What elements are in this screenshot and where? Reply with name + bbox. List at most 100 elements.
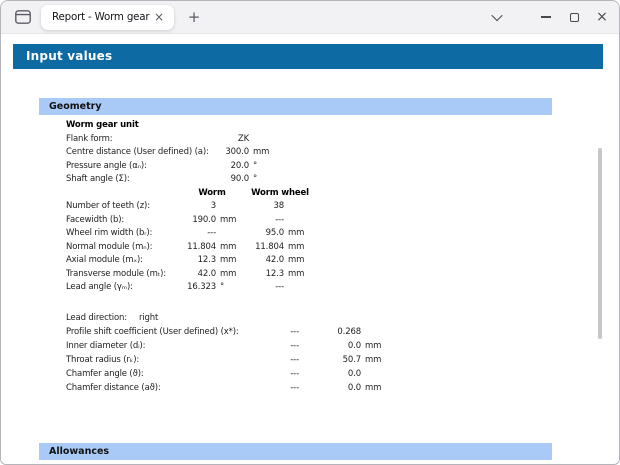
worm-value: 3 — [186, 200, 216, 214]
wheel-value: 0.0 — [299, 367, 361, 381]
wheel-value: --- — [246, 214, 284, 228]
param-label: Axial module (mₓ): — [66, 254, 186, 268]
table-row: Chamfer angle (ϑ): --- 0.0 — [66, 367, 619, 381]
param-label: Normal module (mₙ): — [66, 241, 186, 255]
worm-value: --- — [271, 339, 299, 353]
list-all-tabs-button[interactable] — [483, 3, 511, 31]
wheel-value: 0.0 — [299, 339, 361, 353]
wheel-value: --- — [246, 281, 284, 295]
wheel-unit — [284, 281, 314, 295]
minimize-button[interactable] — [532, 3, 560, 31]
table-row: Profile shift coefficient (User defined)… — [66, 325, 619, 339]
vertical-scrollbar-thumb[interactable] — [598, 148, 602, 339]
worm-unit: mm — [216, 241, 238, 255]
worm-value: 42.0 — [186, 268, 216, 282]
param-label: Number of teeth (z): — [66, 200, 186, 214]
table-row: Flank form: ZK — [66, 133, 619, 147]
worm-unit: mm — [216, 268, 238, 282]
param-unit — [361, 325, 391, 339]
param-label: Transverse module (mₜ): — [66, 268, 186, 282]
close-icon: × — [596, 10, 608, 24]
worm-value: --- — [271, 325, 299, 339]
wheel-value: 0.0 — [299, 381, 361, 395]
param-unit: mm — [361, 353, 391, 367]
window-close-button[interactable]: × — [588, 3, 616, 31]
chevron-down-icon — [491, 10, 502, 21]
report-title: Input values — [13, 44, 603, 69]
geometry-worm-wheel-block: Worm Worm wheel Number of teeth (z): 3 3… — [1, 187, 619, 295]
wheel-unit: mm — [284, 227, 314, 241]
geometry-extra-block: Lead direction: right Profile shift coef… — [1, 311, 619, 396]
worm-value: 190.0 — [186, 214, 216, 228]
worm-value: 11.804 — [186, 241, 216, 255]
table-row: Pressure angle (αₙ): 20.0 ° — [66, 160, 619, 174]
new-tab-button[interactable]: + — [182, 5, 206, 29]
tab-title: Report - Worm gear calculation — [52, 11, 152, 23]
tab-bar: Report - Worm gear calculation × + × — [1, 1, 619, 34]
geometry-basic-block: Worm gear unit Flank form: ZK Centre dis… — [1, 119, 619, 187]
section-header-allowances: Allowances — [39, 443, 552, 460]
tab-close-button[interactable]: × — [152, 10, 166, 24]
param-value: right — [139, 311, 619, 325]
wheel-unit — [284, 200, 314, 214]
worm-value: --- — [271, 353, 299, 367]
table-row: Lead angle (γₘ): 16.323 ° --- — [66, 281, 619, 295]
table-row: Throat radius (rₖ): --- 50.7 mm — [66, 353, 619, 367]
wheel-unit — [284, 214, 314, 228]
param-unit: mm — [249, 146, 279, 160]
worm-unit: ° — [216, 281, 238, 295]
column-header-row: Worm Worm wheel — [66, 187, 619, 201]
param-unit: ° — [249, 160, 279, 174]
param-label: Centre distance (User defined) (a): — [66, 146, 186, 160]
param-label: Pressure angle (αₙ): — [66, 160, 186, 174]
column-header-worm-wheel: Worm wheel — [246, 187, 314, 201]
param-value: 90.0 — [186, 173, 249, 187]
table-row: Normal module (mₙ): 11.804 mm 11.804 mm — [66, 241, 619, 255]
table-row: Number of teeth (z): 3 38 — [66, 200, 619, 214]
param-label: Wheel rim width (bᵣ): — [66, 227, 186, 241]
wheel-value: 50.7 — [299, 353, 361, 367]
wheel-unit: mm — [284, 241, 314, 255]
maximize-button[interactable] — [560, 3, 588, 31]
worm-value: --- — [271, 381, 299, 395]
param-unit: mm — [361, 339, 391, 353]
table-row: Chamfer distance (aϑ): --- 0.0 mm — [66, 381, 619, 395]
wheel-unit: mm — [284, 254, 314, 268]
plus-icon: + — [188, 8, 201, 26]
wheel-value: 12.3 — [246, 268, 284, 282]
param-label: Throat radius (rₖ): — [66, 353, 271, 367]
section-header-geometry: Geometry — [39, 98, 552, 115]
param-label: Shaft angle (Σ): — [66, 173, 186, 187]
tab-overview-icon — [15, 10, 31, 24]
param-label: Lead direction: — [66, 311, 139, 325]
worm-unit — [216, 227, 238, 241]
table-row: Shaft angle (Σ): 90.0 ° — [66, 173, 619, 187]
column-header-worm: Worm — [186, 187, 238, 201]
wheel-value: 0.268 — [299, 325, 361, 339]
worm-unit: mm — [216, 254, 238, 268]
param-label: Chamfer angle (ϑ): — [66, 367, 271, 381]
group-title: Worm gear unit — [66, 120, 139, 130]
firefox-view-button[interactable] — [10, 4, 36, 30]
worm-unit — [216, 200, 238, 214]
maximize-icon — [570, 13, 579, 22]
param-label: Flank form: — [66, 133, 186, 147]
param-label: Inner diameter (dᵢ): — [66, 339, 271, 353]
param-value: 20.0 — [186, 160, 249, 174]
worm-value: 12.3 — [186, 254, 216, 268]
wheel-value: 38 — [246, 200, 284, 214]
param-value: ZK — [186, 133, 249, 147]
table-row: Inner diameter (dᵢ): --- 0.0 mm — [66, 339, 619, 353]
close-icon: × — [154, 10, 164, 24]
tab-report[interactable]: Report - Worm gear calculation × — [41, 5, 174, 30]
minimize-icon — [541, 16, 551, 17]
worm-value: --- — [271, 367, 299, 381]
table-row: Axial module (mₓ): 12.3 mm 42.0 mm — [66, 254, 619, 268]
wheel-value: 11.804 — [246, 241, 284, 255]
param-value: 300.0 — [186, 146, 249, 160]
table-row: Lead direction: right — [66, 311, 619, 325]
worm-value: --- — [186, 227, 216, 241]
browser-window: Report - Worm gear calculation × + × Inp… — [0, 0, 620, 465]
param-unit — [249, 133, 279, 147]
worm-unit: mm — [216, 214, 238, 228]
